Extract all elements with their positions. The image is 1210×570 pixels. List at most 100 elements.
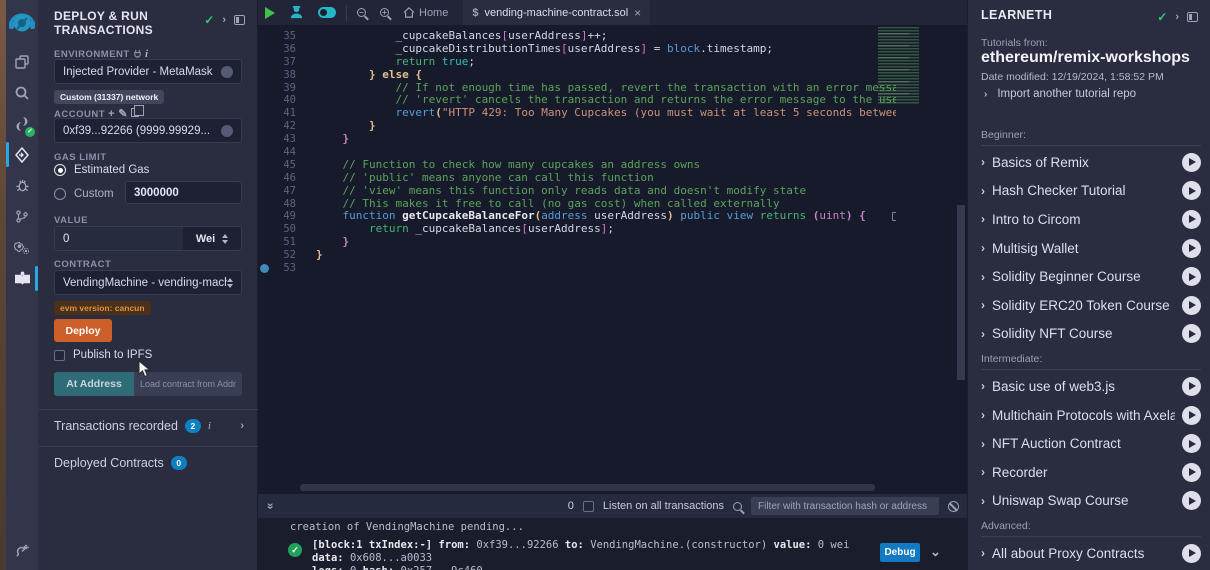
settings-gear-icon[interactable] bbox=[6, 232, 38, 263]
play-tutorial-button[interactable] bbox=[1182, 210, 1201, 229]
line-number[interactable]: 53 bbox=[258, 262, 314, 275]
tutorial-item[interactable]: ›Solidity ERC20 Token Course bbox=[981, 291, 1201, 320]
line-number[interactable]: 45 bbox=[258, 159, 314, 172]
tutorial-item[interactable]: ›Solidity NFT Course bbox=[981, 320, 1201, 349]
tutorial-item[interactable]: ›Uniswap Swap Course bbox=[981, 487, 1201, 516]
play-tutorial-button[interactable] bbox=[1182, 434, 1201, 453]
editor-minimap[interactable] bbox=[878, 27, 935, 105]
line-number[interactable]: 41 bbox=[258, 107, 314, 120]
line-number[interactable]: 42 bbox=[258, 120, 314, 133]
line-number[interactable]: 37 bbox=[258, 56, 314, 69]
line-number[interactable]: 48 bbox=[258, 198, 314, 211]
debugger-icon[interactable] bbox=[6, 170, 38, 201]
collapse-terminal-icon[interactable]: « bbox=[262, 503, 276, 510]
listen-all-checkbox[interactable] bbox=[583, 501, 594, 512]
custom-gas-input[interactable] bbox=[125, 181, 242, 204]
play-tutorial-button[interactable] bbox=[1182, 181, 1201, 200]
tab-vending-machine-contract[interactable]: $ vending-machine-contract.sol × bbox=[463, 0, 650, 25]
expand-log-icon[interactable]: ⌄ bbox=[930, 544, 941, 560]
tutorial-item[interactable]: ›Hash Checker Tutorial bbox=[981, 177, 1201, 206]
line-number[interactable]: 35 bbox=[258, 30, 314, 43]
play-tutorial-button[interactable] bbox=[1182, 491, 1201, 510]
line-number[interactable]: 51 bbox=[258, 236, 314, 249]
code-line[interactable] bbox=[316, 262, 896, 275]
line-number[interactable]: 52 bbox=[258, 249, 314, 262]
line-number[interactable]: 39 bbox=[258, 82, 314, 95]
breakpoint-dot[interactable] bbox=[260, 264, 269, 273]
line-number[interactable]: 44 bbox=[258, 146, 314, 159]
zoom-in-icon[interactable]: + bbox=[373, 0, 396, 25]
deploy-button[interactable]: Deploy bbox=[54, 319, 112, 342]
code-line[interactable]: } bbox=[316, 236, 896, 249]
expand-transactions-icon[interactable]: › bbox=[240, 420, 244, 432]
git-branch-icon[interactable] bbox=[6, 201, 38, 232]
close-tab-icon[interactable]: × bbox=[634, 6, 641, 20]
editor-gutter[interactable]: 35363738394041424344454647484950515253 bbox=[258, 30, 314, 275]
run-script-icon[interactable] bbox=[258, 0, 282, 25]
line-number[interactable]: 38 bbox=[258, 69, 314, 82]
tx-log[interactable]: [block:1 txIndex:-] from: 0xf39...92266 … bbox=[312, 539, 872, 570]
panel-chevron-icon[interactable]: › bbox=[222, 14, 226, 26]
line-number[interactable]: 43 bbox=[258, 133, 314, 146]
tutorial-item[interactable]: ›Solidity Beginner Course bbox=[981, 262, 1201, 291]
code-line[interactable]: } bbox=[316, 133, 896, 146]
play-tutorial-button[interactable] bbox=[1182, 406, 1201, 425]
plugin-plug-icon[interactable] bbox=[6, 535, 38, 566]
tutorial-item[interactable]: ›Recorder bbox=[981, 458, 1201, 487]
line-number[interactable]: 36 bbox=[258, 43, 314, 56]
learneth-book-icon[interactable] bbox=[6, 263, 38, 294]
import-tutorial-row[interactable]: › Import another tutorial repo bbox=[984, 88, 1136, 100]
deployed-contracts-row[interactable]: Deployed Contracts 0 bbox=[54, 456, 244, 470]
estimated-gas-radio[interactable]: Estimated Gas bbox=[54, 164, 149, 176]
value-input[interactable] bbox=[55, 227, 183, 250]
tutorial-item[interactable]: ›Basics of Remix bbox=[981, 148, 1201, 177]
code-line[interactable]: } bbox=[316, 120, 896, 133]
editor-vertical-scrollbar[interactable] bbox=[957, 205, 965, 380]
clear-terminal-icon[interactable] bbox=[948, 501, 959, 512]
custom-gas-radio[interactable]: Custom bbox=[54, 188, 114, 200]
copy-account-icon[interactable] bbox=[131, 108, 139, 117]
value-unit-select[interactable]: Wei bbox=[183, 233, 241, 245]
play-tutorial-button[interactable] bbox=[1182, 267, 1201, 286]
play-tutorial-button[interactable] bbox=[1182, 239, 1201, 258]
transactions-recorded-row[interactable]: Transactions recorded 2 i › bbox=[54, 419, 244, 433]
editor-horizontal-scrollbar[interactable] bbox=[300, 484, 875, 491]
debug-button[interactable]: Debug bbox=[880, 543, 920, 562]
tutorial-item[interactable]: ›Intro to Circom bbox=[981, 205, 1201, 234]
line-number[interactable]: 49 bbox=[258, 210, 314, 223]
play-tutorial-button[interactable] bbox=[1182, 377, 1201, 396]
file-explorer-icon[interactable] bbox=[6, 46, 38, 77]
search-icon[interactable] bbox=[6, 77, 38, 108]
line-number[interactable]: 40 bbox=[258, 94, 314, 107]
environment-select[interactable]: Injected Provider - MetaMask bbox=[54, 59, 242, 84]
play-tutorial-button[interactable] bbox=[1182, 296, 1201, 315]
tutorial-item[interactable]: ›NFT Auction Contract bbox=[981, 429, 1201, 458]
home-tab[interactable]: Home bbox=[396, 0, 455, 25]
line-number[interactable]: 47 bbox=[258, 185, 314, 198]
info-icon[interactable]: i bbox=[208, 420, 211, 432]
terminal-search-icon[interactable] bbox=[733, 502, 742, 511]
at-address-button[interactable]: At Address bbox=[54, 372, 134, 396]
assistant-icon[interactable] bbox=[282, 0, 311, 25]
learneth-chevron-icon[interactable]: › bbox=[1175, 11, 1179, 23]
deploy-run-icon[interactable] bbox=[6, 139, 38, 170]
play-tutorial-button[interactable] bbox=[1182, 544, 1201, 563]
panel-pin-icon[interactable] bbox=[234, 15, 245, 25]
line-number[interactable]: 50 bbox=[258, 223, 314, 236]
solidity-compiler-icon[interactable]: ✓ bbox=[6, 108, 38, 139]
ai-toggle-icon[interactable] bbox=[311, 0, 343, 25]
editor-code[interactable]: _cupcakeBalances[userAddress]++; _cupcak… bbox=[316, 30, 896, 275]
tutorial-item[interactable]: ›Basic use of web3.js bbox=[981, 372, 1201, 401]
zoom-out-icon[interactable]: – bbox=[350, 0, 373, 25]
contract-select[interactable]: VendingMachine - vending-machin bbox=[54, 270, 242, 295]
remix-logo[interactable] bbox=[6, 0, 38, 46]
play-tutorial-button[interactable] bbox=[1182, 153, 1201, 172]
code-line[interactable]: return _cupcakeBalances[userAddress]; bbox=[316, 223, 896, 236]
unit-stepper-icon[interactable] bbox=[222, 234, 228, 244]
play-tutorial-button[interactable] bbox=[1182, 463, 1201, 482]
code-line[interactable]: revert("HTTP 429: Too Many Cupcakes (you… bbox=[316, 107, 896, 120]
line-number[interactable]: 46 bbox=[258, 172, 314, 185]
tutorial-item[interactable]: ›Multisig Wallet bbox=[981, 234, 1201, 263]
learneth-pin-icon[interactable] bbox=[1187, 12, 1198, 22]
tutorial-item[interactable]: ›All about Proxy Contracts bbox=[981, 539, 1201, 568]
